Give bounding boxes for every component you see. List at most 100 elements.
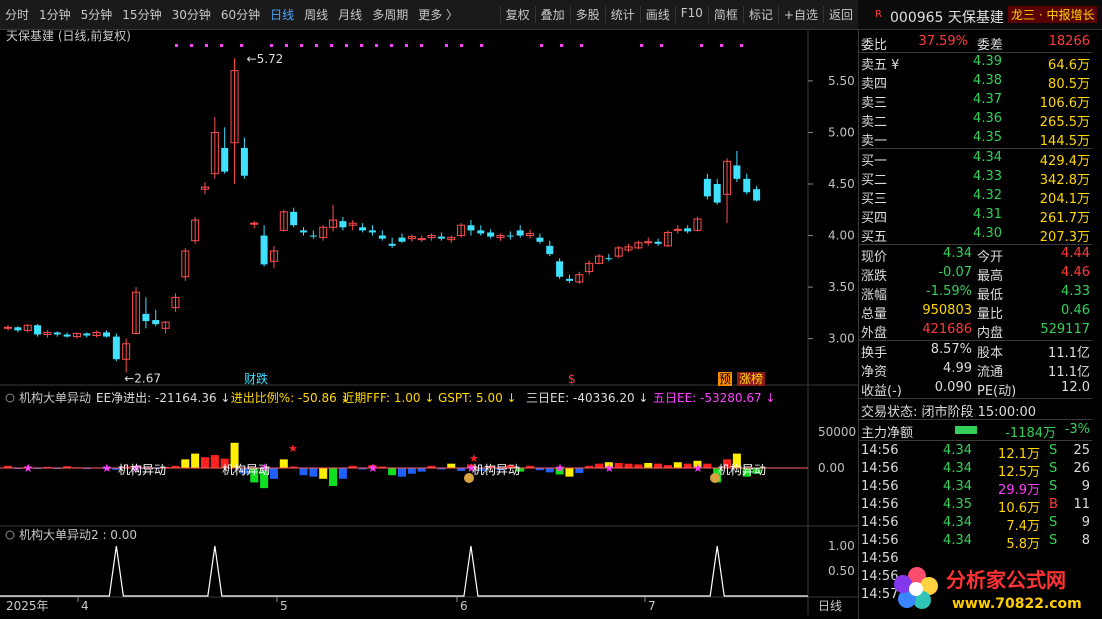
tool-2[interactable]: 多股 — [569, 6, 605, 23]
buy-price: 4.30 — [973, 226, 1002, 241]
tick-n: 25 — [1073, 443, 1090, 458]
stat2-value: 4.99 — [943, 361, 972, 376]
candle-body — [536, 237, 544, 242]
indicator2-title: 机构大单异动2 : 0.00 — [19, 527, 137, 542]
signal-dot — [480, 44, 483, 47]
sell-row-4: 卖一 4.35 144.5万 — [859, 129, 1092, 149]
xaxis-label-3: 6 — [460, 599, 468, 613]
signal-dot — [300, 44, 303, 47]
tool-8[interactable]: +自选 — [777, 6, 823, 23]
tool-6[interactable]: 简框 — [707, 6, 743, 23]
indicator1-bar — [309, 468, 318, 477]
buy-price: 4.31 — [973, 207, 1002, 222]
candle-body — [339, 221, 347, 228]
period-6[interactable]: 日线 — [265, 6, 299, 23]
xaxis-label-2: 5 — [280, 599, 288, 613]
buy-price: 4.34 — [973, 150, 1002, 165]
stock-code-name[interactable]: 000965 天保基建 — [890, 7, 1004, 27]
tick-row-5: 14:56 4.34 5.8万 S 8 — [859, 532, 1092, 552]
period-7[interactable]: 周线 — [299, 6, 333, 23]
candle-body — [506, 235, 514, 237]
candle-body — [300, 230, 307, 233]
stat2-label: 收益(-) — [861, 384, 902, 399]
watermark-title: 分析家公式网 — [946, 568, 1066, 592]
candle-body — [388, 243, 396, 246]
period-4[interactable]: 30分钟 — [167, 6, 216, 23]
candle-body — [733, 165, 741, 179]
chart-area[interactable]: 天保基建 (日线,前复权) 5.50 5.00 4.50 4.00 3.50 3.00 ←5.… — [0, 30, 858, 615]
candle-body — [142, 313, 150, 322]
tool-4[interactable]: 画线 — [639, 6, 675, 23]
signal-dot — [190, 44, 193, 47]
tool-9[interactable]: 返回 — [822, 6, 858, 23]
tick-price: 4.35 — [943, 497, 972, 512]
tick-bs: S — [1049, 443, 1058, 458]
signal-dot — [580, 44, 583, 47]
period-3[interactable]: 15分钟 — [117, 6, 166, 23]
stat-value2: 4.44 — [1061, 246, 1090, 261]
period-5[interactable]: 60分钟 — [216, 6, 265, 23]
chart-title: 天保基建 (日线,前复权) — [6, 30, 131, 43]
indicator1-marker-1: 机构异动 — [222, 462, 270, 477]
period-0[interactable]: 分时 — [0, 6, 34, 23]
flow-bar — [955, 426, 977, 434]
tick-row-0: 14:56 4.34 12.1万 S 25 — [859, 442, 1092, 462]
stat-value: 950803 — [922, 303, 972, 318]
buy-row-4: 买五 4.30 207.3万 — [859, 225, 1092, 245]
stats-row-4: 外盘 421686 内盘 529117 — [859, 321, 1092, 341]
price-tick: 5.00 — [828, 125, 855, 139]
candle-body — [556, 261, 564, 277]
stat-value2: 4.33 — [1061, 284, 1090, 299]
tool-0[interactable]: 复权 — [499, 6, 535, 23]
tool-7[interactable]: 标记 — [742, 6, 778, 23]
weicha-label: 委差 — [977, 38, 1004, 53]
buy-price: 4.32 — [973, 188, 1002, 203]
period-10[interactable]: 更多 〉 — [413, 6, 463, 23]
candle-body — [713, 184, 721, 203]
indicator1-menu-icon — [5, 393, 15, 403]
sell-vol: 106.6万 — [1039, 96, 1090, 111]
period-8[interactable]: 月线 — [333, 6, 367, 23]
indicator1-star: ★ — [604, 461, 615, 475]
indicator1-red-star: ★ — [288, 442, 298, 455]
event-caidie: 财跌 — [244, 371, 268, 386]
candle-body — [487, 232, 495, 237]
tool-1[interactable]: 叠加 — [534, 6, 570, 23]
signal-dot — [220, 44, 223, 47]
period-9[interactable]: 多周期 — [367, 6, 413, 23]
signal-dot — [660, 44, 663, 47]
period-1[interactable]: 1分钟 — [34, 6, 76, 23]
tool-3[interactable]: 统计 — [604, 6, 640, 23]
indicator1-bar — [654, 463, 663, 468]
tick-n: 8 — [1081, 533, 1090, 548]
signal-dot — [700, 44, 703, 47]
weibi-row: 委比 37.59% 委差 18266 — [859, 33, 1092, 53]
status-row: 交易状态: 闭市阶段 15:00:00 — [859, 400, 1092, 420]
tick-n: 26 — [1073, 461, 1090, 476]
stat2-label2: 流通 — [977, 365, 1004, 380]
candle-body — [53, 332, 61, 335]
candle-body — [14, 327, 22, 331]
indicator1-value-1: 进出比例%: -50.86 ↓ — [231, 391, 351, 405]
buy-row-1: 买二 4.33 342.8万 — [859, 168, 1092, 188]
sell-label: 卖一 — [861, 134, 888, 149]
candle-body — [290, 211, 298, 226]
indicator2-line — [0, 545, 808, 597]
xaxis-label-4: 7 — [648, 599, 656, 613]
kline-chart[interactable]: 天保基建 (日线,前复权) 5.50 5.00 4.50 4.00 3.50 3.00 ←5.… — [0, 30, 858, 615]
stats-row-1: 涨跌 -0.07 最高 4.46 — [859, 264, 1092, 284]
tick-bs: S — [1049, 515, 1058, 530]
tick-time: 14:56 — [861, 461, 899, 476]
sell-vol: 144.5万 — [1039, 134, 1090, 149]
buy-vol: 429.4万 — [1039, 154, 1090, 169]
tick-row-1: 14:56 4.34 12.5万 S 26 — [859, 460, 1092, 480]
stat-label2: 最低 — [977, 288, 1004, 303]
tool-5[interactable]: F10 — [674, 6, 708, 23]
buy-label: 买五 — [861, 230, 888, 245]
stats-row-0: 现价 4.34 今开 4.44 — [859, 245, 1092, 265]
signal-dot — [460, 44, 463, 47]
stat2-label2: 股本 — [977, 346, 1004, 361]
period-2[interactable]: 5分钟 — [76, 6, 118, 23]
tick-price: 4.34 — [943, 461, 972, 476]
stat2-value2: 11.1亿 — [1048, 365, 1090, 380]
